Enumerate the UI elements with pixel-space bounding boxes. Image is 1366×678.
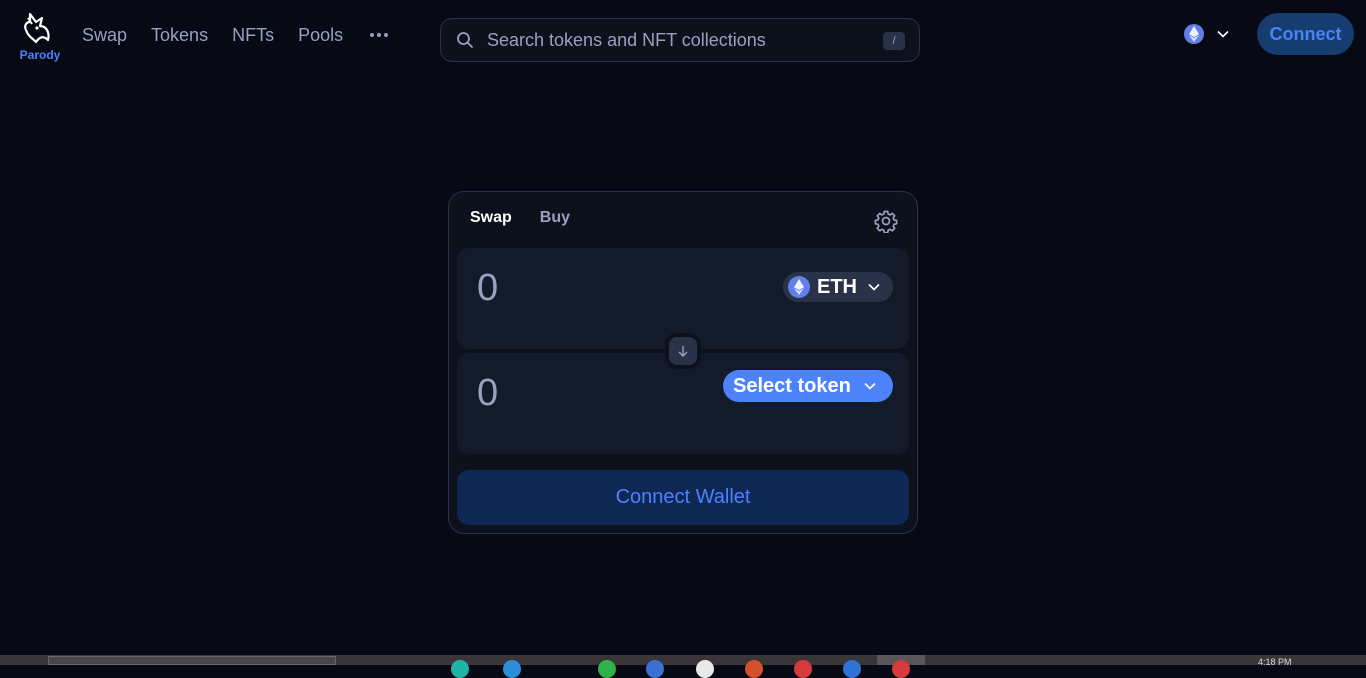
nav-nfts[interactable]: NFTs	[232, 24, 274, 46]
taskbar-app-icon[interactable]	[646, 660, 664, 678]
search-input[interactable]	[485, 28, 869, 52]
logo-text: Parody	[19, 48, 61, 62]
input-token-selector[interactable]: ETH	[783, 272, 893, 302]
output-amount-field[interactable]	[475, 371, 729, 416]
arrow-down-icon	[678, 346, 688, 357]
taskbar-app-icon[interactable]	[745, 660, 763, 678]
taskbar-app-icon[interactable]	[696, 660, 714, 678]
chevron-down-icon	[868, 283, 880, 291]
search-shortcut-key: /	[883, 32, 905, 50]
search-bar[interactable]: /	[440, 18, 920, 62]
swap-card: Swap Buy ETH Select token	[448, 191, 918, 534]
switch-tokens-button[interactable]	[665, 333, 701, 369]
select-token-label: Select token	[733, 374, 851, 397]
ethereum-icon	[1184, 24, 1204, 44]
nav-swap[interactable]: Swap	[82, 24, 127, 46]
taskbar-app-icon[interactable]	[794, 660, 812, 678]
taskbar-search[interactable]	[48, 656, 336, 665]
tab-buy[interactable]: Buy	[540, 209, 570, 227]
taskbar-app-icon[interactable]	[598, 660, 616, 678]
connect-button[interactable]: Connect	[1257, 13, 1354, 55]
taskbar-clock[interactable]: 4:18 PM	[1258, 657, 1292, 667]
taskbar-app-icon[interactable]	[451, 660, 469, 678]
os-taskbar: 4:18 PM	[0, 655, 1366, 678]
nav-pools[interactable]: Pools	[298, 24, 343, 46]
search-icon	[457, 32, 473, 48]
taskbar-app-icon[interactable]	[892, 660, 910, 678]
ethereum-icon	[788, 276, 810, 298]
input-amount-field[interactable]	[475, 266, 729, 311]
chevron-down-icon	[864, 382, 876, 390]
input-token-symbol: ETH	[817, 275, 857, 298]
swap-tabs: Swap Buy	[470, 209, 598, 227]
connect-wallet-button[interactable]: Connect Wallet	[457, 470, 909, 525]
taskbar-app-icon[interactable]	[503, 660, 521, 678]
nav-tokens[interactable]: Tokens	[151, 24, 208, 46]
unicorn-logo-icon	[24, 12, 50, 44]
logo[interactable]: Parody	[18, 12, 62, 64]
chevron-down-icon	[1217, 30, 1229, 38]
gear-icon[interactable]	[874, 209, 898, 233]
main-nav: Swap Tokens NFTs Pools	[82, 24, 391, 46]
tab-swap[interactable]: Swap	[470, 209, 512, 227]
taskbar-app-icon[interactable]	[843, 660, 861, 678]
select-token-button[interactable]: Select token	[723, 370, 893, 402]
ellipsis-icon[interactable]	[367, 24, 391, 46]
network-selector[interactable]	[1182, 22, 1230, 46]
